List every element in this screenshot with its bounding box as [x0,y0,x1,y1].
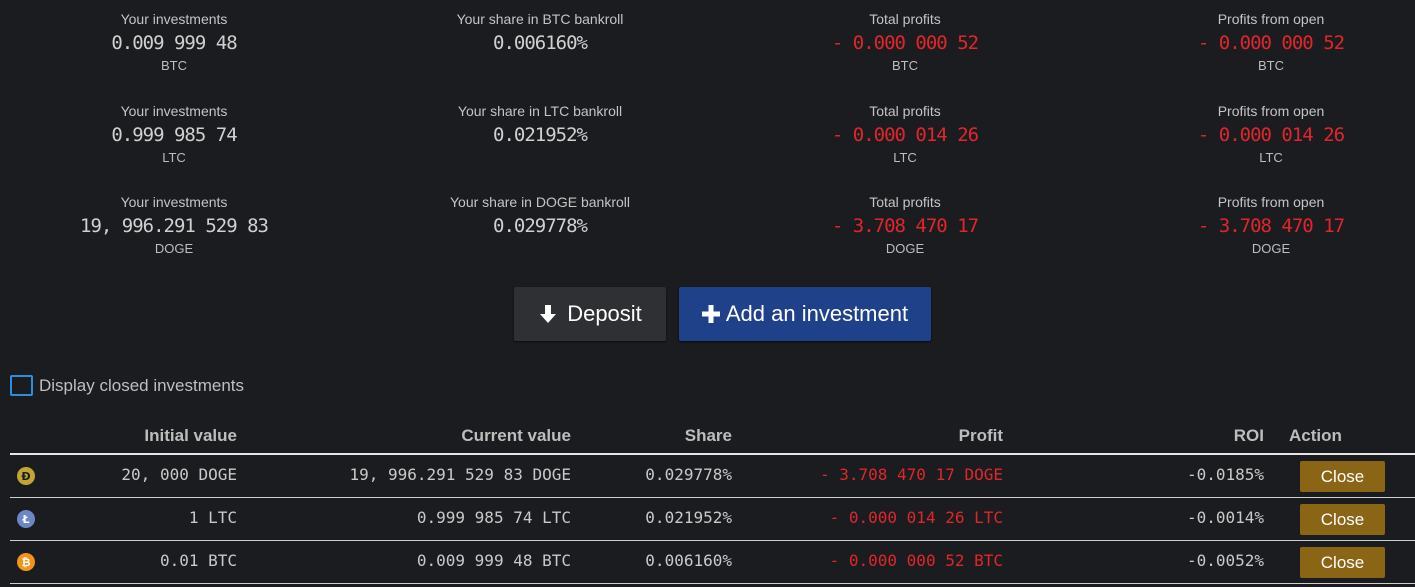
stat-currency: DOGE [885,241,925,256]
stat-label: Total profits [869,103,941,119]
deposit-button-label: Deposit [567,301,642,326]
stat-label: Your investments [120,103,228,119]
btc-investments-stat: Your investments 0.009 999 48 BTC [24,10,324,76]
btc-share-stat: Your share in BTC bankroll 0.006160% [390,10,690,58]
add-investment-button[interactable]: Add an investment [679,287,931,341]
doge-share-stat: Your share in DOGE bankroll 0.029778% [390,193,690,241]
stat-value: 0.999 985 74 [111,124,237,146]
add-investment-button-label: Add an investment [725,301,909,326]
plus-icon [701,305,720,323]
stat-currency: BTC [1258,58,1284,73]
cell-share: 0.029778% [645,465,732,484]
cell-profit: - 0.000 014 26 LTC [829,508,1003,527]
cell-roi: -0.0185% [1186,465,1264,484]
header-roi[interactable]: ROI [1234,426,1264,446]
display-closed-checkbox[interactable] [10,375,33,396]
stat-label: Total profits [869,11,941,27]
stat-currency: DOGE [154,241,194,256]
stat-label: Your share in LTC bankroll [457,103,623,119]
cell-profit: - 0.000 000 52 BTC [829,551,1003,570]
stat-label: Total profits [869,194,941,210]
stat-currency: DOGE [1251,241,1291,256]
stat-value: 0.006160% [493,32,588,54]
cell-current-value: 19, 996.291 529 83 DOGE [349,465,571,484]
stat-value: - 0.000 014 26 [1197,124,1345,146]
ltc-coin-icon: Ł [17,510,35,528]
table-row: Ł 1 LTC 0.999 985 74 LTC 0.021952% - 0.0… [10,498,1415,541]
header-initial-value[interactable]: Initial value [144,426,237,446]
btc-total-profits-stat: Total profits - 0.000 000 52 BTC [755,10,1055,76]
ltc-open-profits-stat: Profits from open - 0.000 014 26 LTC [1121,102,1415,168]
table-row: ₿ 0.01 BTC 0.009 999 48 BTC 0.006160% - … [10,541,1415,584]
close-investment-button[interactable]: Close [1300,504,1385,535]
cell-share: 0.021952% [645,508,732,527]
stat-value: - 0.000 000 52 [831,32,979,54]
stat-label: Your share in DOGE bankroll [449,194,631,210]
stat-value: 0.009 999 48 [111,32,237,54]
stat-value: 0.021952% [493,124,588,146]
close-investment-button[interactable]: Close [1300,547,1385,578]
stat-label: Your share in BTC bankroll [456,11,624,27]
btc-open-profits-stat: Profits from open - 0.000 000 52 BTC [1121,10,1415,76]
ltc-share-stat: Your share in LTC bankroll 0.021952% [390,102,690,150]
stat-value: - 3.708 470 17 [831,215,979,237]
doge-open-profits-stat: Profits from open - 3.708 470 17 DOGE [1121,193,1415,259]
table-header: Initial value Current value Share Profit… [10,420,1415,455]
cell-initial-value: 20, 000 DOGE [121,465,237,484]
stat-label: Your investments [120,194,228,210]
stat-value: 0.029778% [493,215,588,237]
cell-share: 0.006160% [645,551,732,570]
ltc-investments-stat: Your investments 0.999 985 74 LTC [24,102,324,168]
stat-label: Your investments [120,11,228,27]
stat-value: - 0.000 014 26 [831,124,979,146]
stat-value: 19, 996.291 529 83 [80,215,269,237]
stat-value: - 0.000 000 52 [1197,32,1345,54]
btc-coin-icon: ₿ [17,553,35,571]
cell-roi: -0.0014% [1186,508,1264,527]
stat-label: Profits from open [1217,11,1325,27]
stat-currency: BTC [161,58,187,73]
cell-current-value: 0.999 985 74 LTC [416,508,571,527]
ltc-total-profits-stat: Total profits - 0.000 014 26 LTC [755,102,1055,168]
stat-label: Profits from open [1217,103,1325,119]
display-closed-toggle[interactable]: Display closed investments [10,375,244,396]
table-row: Ð 20, 000 DOGE 19, 996.291 529 83 DOGE 0… [10,455,1415,498]
cell-current-value: 0.009 999 48 BTC [416,551,571,570]
cell-initial-value: 1 LTC [188,508,237,527]
stat-label: Profits from open [1217,194,1325,210]
doge-investments-stat: Your investments 19, 996.291 529 83 DOGE [24,193,324,259]
header-action: Action [1289,426,1342,445]
cell-roi: -0.0052% [1186,551,1264,570]
stat-currency: LTC [162,150,186,165]
header-share[interactable]: Share [685,426,732,446]
cell-profit: - 3.708 470 17 DOGE [819,465,1003,484]
display-closed-label: Display closed investments [39,375,245,395]
arrow-down-icon [540,305,557,323]
investments-table: Initial value Current value Share Profit… [10,420,1415,584]
stat-currency: LTC [1259,150,1283,165]
close-investment-button[interactable]: Close [1300,461,1385,492]
header-profit[interactable]: Profit [959,426,1003,446]
doge-coin-icon: Ð [17,467,35,485]
stat-currency: BTC [892,58,918,73]
cell-initial-value: 0.01 BTC [159,551,237,570]
stat-currency: LTC [893,150,917,165]
header-current-value[interactable]: Current value [461,426,571,446]
deposit-button[interactable]: Deposit [514,287,666,341]
stat-value: - 3.708 470 17 [1197,215,1345,237]
doge-total-profits-stat: Total profits - 3.708 470 17 DOGE [755,193,1055,259]
